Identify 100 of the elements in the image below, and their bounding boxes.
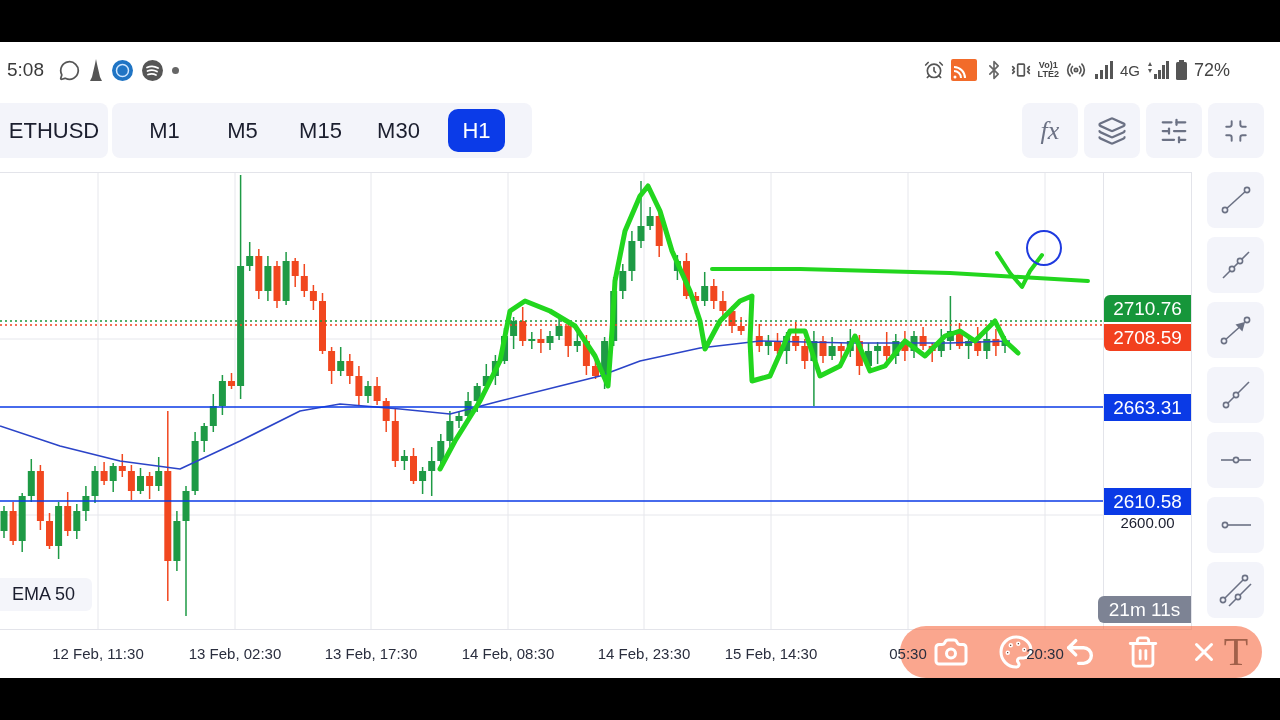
cone-icon: [89, 59, 103, 81]
falling-candle: [819, 335, 827, 364]
falling-candle: [956, 322, 963, 350]
rising-candle: [701, 271, 709, 307]
falling-candle: [683, 252, 690, 300]
battery-icon: [1175, 60, 1187, 80]
settings-button[interactable]: [1146, 103, 1202, 158]
rising-candle: [846, 328, 854, 358]
falling-candle: [100, 461, 108, 486]
countdown-label: 21m 11s: [1098, 596, 1191, 623]
network-type: 4G: [1119, 61, 1140, 79]
rising-candle: [983, 331, 991, 360]
time-axis-label: 13 Feb, 02:30: [188, 645, 282, 663]
app-badge-icon: [112, 59, 133, 81]
symbol-button[interactable]: ETHUSD: [0, 103, 108, 158]
chat-bubble-icon: [59, 59, 80, 81]
rising-candle: [109, 462, 117, 493]
horizontal-line-icon: [1220, 456, 1251, 464]
rising-candle: [828, 336, 836, 361]
drawing-tool-button[interactable]: [1207, 172, 1264, 228]
price-tag: 2710.76: [1104, 295, 1191, 322]
rising-candle: [892, 333, 900, 365]
lte-label: LTE2: [1037, 70, 1059, 79]
falling-candle: [537, 328, 545, 354]
timeframe-tab[interactable]: M1: [136, 109, 193, 152]
hotspot-icon: [1065, 60, 1086, 80]
rising-candle: [155, 456, 163, 492]
striped-circle-icon: [142, 59, 163, 81]
falling-candle: [519, 306, 527, 347]
price-tag: 2663.31: [1104, 394, 1191, 421]
timeframe-tab[interactable]: H1: [448, 109, 505, 152]
price-tag: 2708.59: [1104, 324, 1191, 351]
rising-candle: [55, 501, 63, 560]
layers-icon: [1097, 115, 1127, 146]
rising-candle: [264, 255, 272, 302]
exit-fullscreen-icon: [1223, 117, 1249, 144]
rising-candle: [337, 346, 345, 377]
price-tag: 2610.58: [1104, 488, 1191, 515]
parallel-channel-icon: [1219, 573, 1252, 607]
falling-candle: [655, 212, 663, 258]
falling-candle: [774, 332, 781, 355]
time-axis-label: 20:30: [1026, 645, 1064, 663]
price-axis-label: 2600.00: [1119, 515, 1176, 531]
falling-candle: [9, 501, 17, 546]
time-axis-label: 12 Feb, 11:30: [52, 645, 144, 663]
falling-candle: [146, 471, 154, 500]
cast-icon: [950, 59, 977, 81]
falling-candle: [564, 322, 572, 358]
rising-candle: [764, 334, 772, 356]
circle-marker: [1026, 230, 1062, 266]
trash-icon[interactable]: [1126, 635, 1160, 669]
rising-candle: [282, 251, 290, 306]
falling-candle: [255, 248, 263, 300]
rising-candle: [0, 505, 8, 539]
vibrate-icon: [1010, 60, 1031, 80]
falling-candle: [64, 491, 72, 537]
rising-candle: [874, 341, 882, 365]
signal-icon: [1092, 61, 1113, 79]
drawing-tool-button[interactable]: [1207, 562, 1264, 618]
timeframe-tab[interactable]: M30: [370, 109, 427, 152]
falling-candle: [273, 260, 281, 309]
layers-button[interactable]: [1084, 103, 1140, 158]
exit-fullscreen-button[interactable]: [1208, 103, 1264, 158]
drawing-tool-button[interactable]: [1207, 432, 1264, 488]
horizontal-ray-icon: [1220, 521, 1251, 529]
rising-candle: [783, 331, 791, 365]
falling-candle: [46, 512, 53, 550]
signal-icon: [1146, 61, 1169, 79]
drawing-tool-button[interactable]: [1207, 302, 1264, 358]
time-axis-label: 05:30: [889, 645, 927, 663]
rising-candle: [673, 254, 681, 281]
falling-candle: [992, 328, 1000, 357]
volte-label: Vo)1: [1038, 61, 1058, 70]
rising-candle: [364, 380, 372, 404]
falling-candle: [36, 464, 44, 531]
drawing-tool-button[interactable]: [1207, 237, 1264, 293]
rising-candle: [910, 330, 918, 359]
falling-candle: [319, 292, 326, 355]
extended-line-icon: [1221, 251, 1250, 279]
dot-icon: [172, 66, 179, 74]
trend-line-icon: [1219, 185, 1252, 215]
drawing-tool-button[interactable]: [1207, 497, 1264, 553]
hand-drawn-tick: [995, 251, 1044, 289]
time-axis-label: 15 Feb, 14:30: [724, 645, 818, 663]
battery-level: 72%: [1193, 59, 1230, 81]
indicators-button[interactable]: fx: [1022, 103, 1078, 158]
time-axis-label: 14 Feb, 23:30: [597, 645, 691, 663]
indicator-label[interactable]: EMA 50: [0, 578, 92, 611]
falling-candle: [901, 330, 909, 362]
rising-candle: [400, 449, 408, 471]
time-axis-label: 13 Feb, 17:30: [324, 645, 418, 663]
timeframe-tab[interactable]: M15: [292, 109, 349, 152]
timeframe-tab[interactable]: M5: [214, 109, 271, 152]
time-axis-label: 14 Feb, 08:30: [461, 645, 555, 663]
drawing-tool-button[interactable]: [1207, 367, 1264, 423]
falling-candle: [755, 323, 763, 353]
rising-candle: [510, 316, 518, 350]
falling-candle: [228, 372, 235, 390]
falling-candle: [582, 334, 590, 376]
arrow-line-icon: [1220, 315, 1251, 345]
